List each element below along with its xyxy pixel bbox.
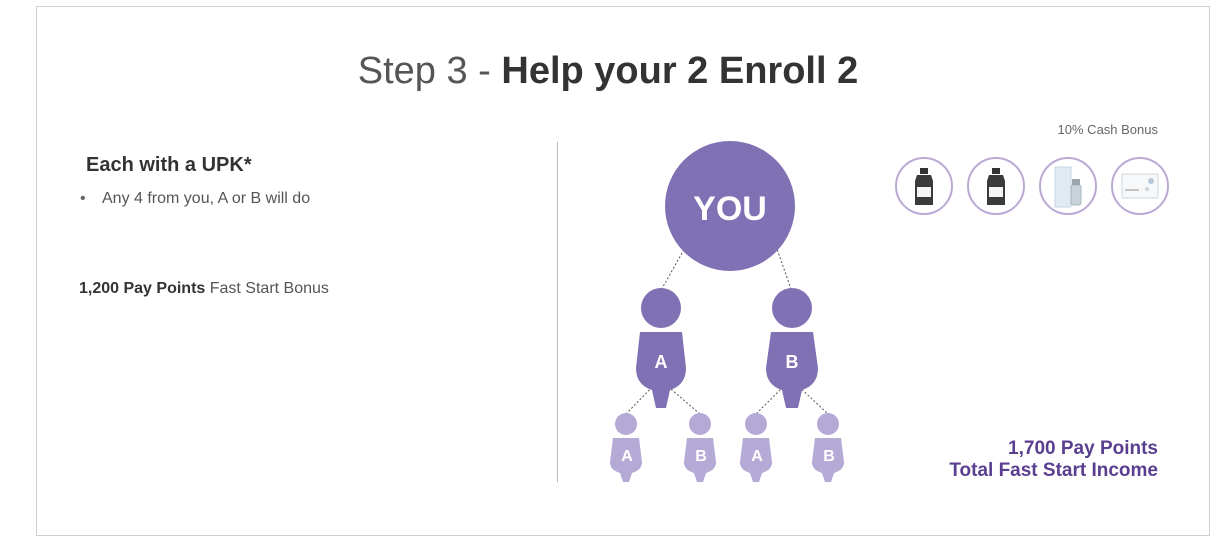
product-icons xyxy=(895,157,1170,219)
person-node-b-a: A xyxy=(740,413,772,482)
cash-bonus-label: 10% Cash Bonus xyxy=(1057,122,1158,137)
person-label-b-a: A xyxy=(751,448,763,465)
total-points: 1,700 Pay Points xyxy=(1008,438,1158,459)
box-product-icon xyxy=(1111,157,1169,215)
total-income: 1,700 Pay Points Total Fast Start Income xyxy=(949,438,1158,482)
person-label-a-a: A xyxy=(621,448,633,465)
person-label-a: A xyxy=(655,352,668,372)
total-label: Total Fast Start Income xyxy=(949,460,1158,481)
tree-root-node: YOU xyxy=(665,141,795,271)
bottle-product-icon xyxy=(967,157,1025,215)
bottle-product-icon xyxy=(895,157,953,215)
person-label-b: B xyxy=(786,352,799,372)
person-node-a-a: A xyxy=(610,413,642,482)
person-label-a-b: B xyxy=(695,448,707,465)
person-node-a: A xyxy=(636,288,686,408)
person-node-b-b: B xyxy=(812,413,844,482)
tube-product-icon xyxy=(1039,157,1097,215)
person-node-b: B xyxy=(766,288,818,408)
root-label: YOU xyxy=(693,190,767,228)
person-label-b-b: B xyxy=(823,448,835,465)
person-node-a-b: B xyxy=(684,413,716,482)
